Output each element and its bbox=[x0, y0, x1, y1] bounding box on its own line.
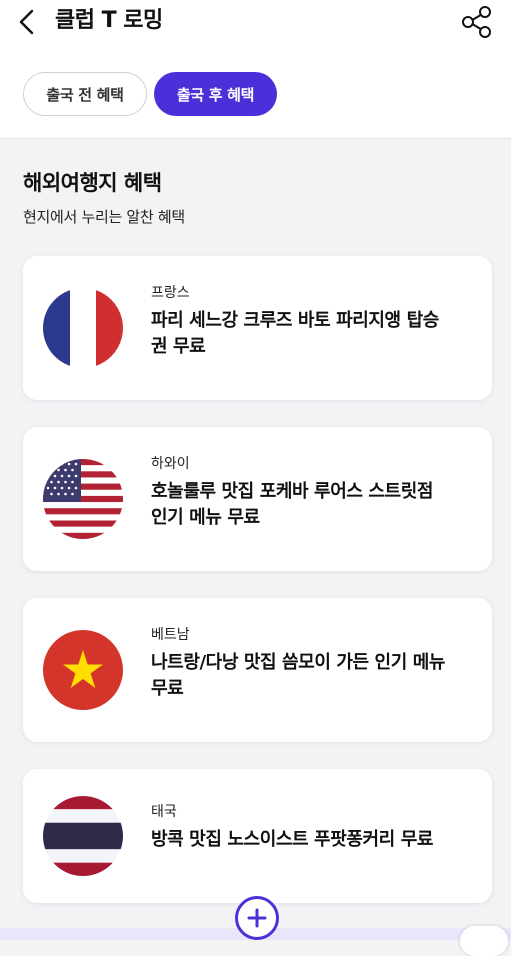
tab-post-departure[interactable]: 출국 후 혜택 bbox=[154, 72, 277, 116]
vietnam-flag-icon bbox=[43, 630, 123, 710]
usa-flag-icon bbox=[43, 459, 123, 539]
benefit-title-line1: 나트랑/다낭 맛집 씀모이 가든 인기 메뉴 bbox=[151, 652, 446, 673]
country-label: 태국 bbox=[151, 804, 177, 820]
app-header: 클럽 T 로밍 출국 전 혜택 출국 후 혜택 bbox=[0, 0, 511, 139]
benefit-title-line1: 호놀룰루 맛집 포케바 루어스 스트릿점 bbox=[151, 481, 434, 502]
tab-pre-departure[interactable]: 출국 전 혜택 bbox=[23, 72, 147, 116]
floating-chip[interactable] bbox=[460, 926, 508, 956]
back-chevron-icon bbox=[19, 9, 34, 35]
benefit-title-line1: 방콕 맛집 노스이스트 푸팟퐁커리 무료 bbox=[151, 829, 434, 850]
france-flag-icon bbox=[43, 288, 123, 368]
thailand-flag-icon bbox=[43, 796, 123, 876]
benefit-title-line2: 권 무료 bbox=[151, 336, 206, 357]
back-button[interactable] bbox=[14, 6, 44, 38]
expand-more-button[interactable] bbox=[235, 896, 279, 940]
benefit-card-thailand[interactable]: 태국 방콕 맛집 노스이스트 푸팟퐁커리 무료 bbox=[23, 769, 492, 903]
benefit-card-hawaii[interactable]: 하와이 호놀룰루 맛집 포케바 루어스 스트릿점 인기 메뉴 무료 bbox=[23, 427, 492, 571]
page-title: 클럽 T 로밍 bbox=[55, 8, 163, 33]
country-label: 베트남 bbox=[151, 627, 190, 643]
country-label: 하와이 bbox=[151, 456, 190, 472]
benefit-title-line1: 파리 세느강 크루즈 바토 파리지앵 탑승 bbox=[151, 310, 439, 331]
share-icon bbox=[462, 6, 491, 38]
benefit-card-vietnam[interactable]: 베트남 나트랑/다낭 맛집 씀모이 가든 인기 메뉴 무료 bbox=[23, 598, 492, 742]
benefit-title-line2: 인기 메뉴 무료 bbox=[151, 507, 260, 528]
section-title: 해외여행지 혜택 bbox=[23, 171, 162, 195]
section-subtitle: 현지에서 누리는 알찬 혜택 bbox=[23, 208, 185, 226]
benefit-title-line2: 무료 bbox=[151, 678, 184, 699]
share-button[interactable] bbox=[458, 4, 494, 40]
plus-icon bbox=[247, 908, 267, 928]
country-label: 프랑스 bbox=[151, 285, 190, 301]
benefit-card-france[interactable]: 프랑스 파리 세느강 크루즈 바토 파리지앵 탑승 권 무료 bbox=[23, 256, 492, 400]
